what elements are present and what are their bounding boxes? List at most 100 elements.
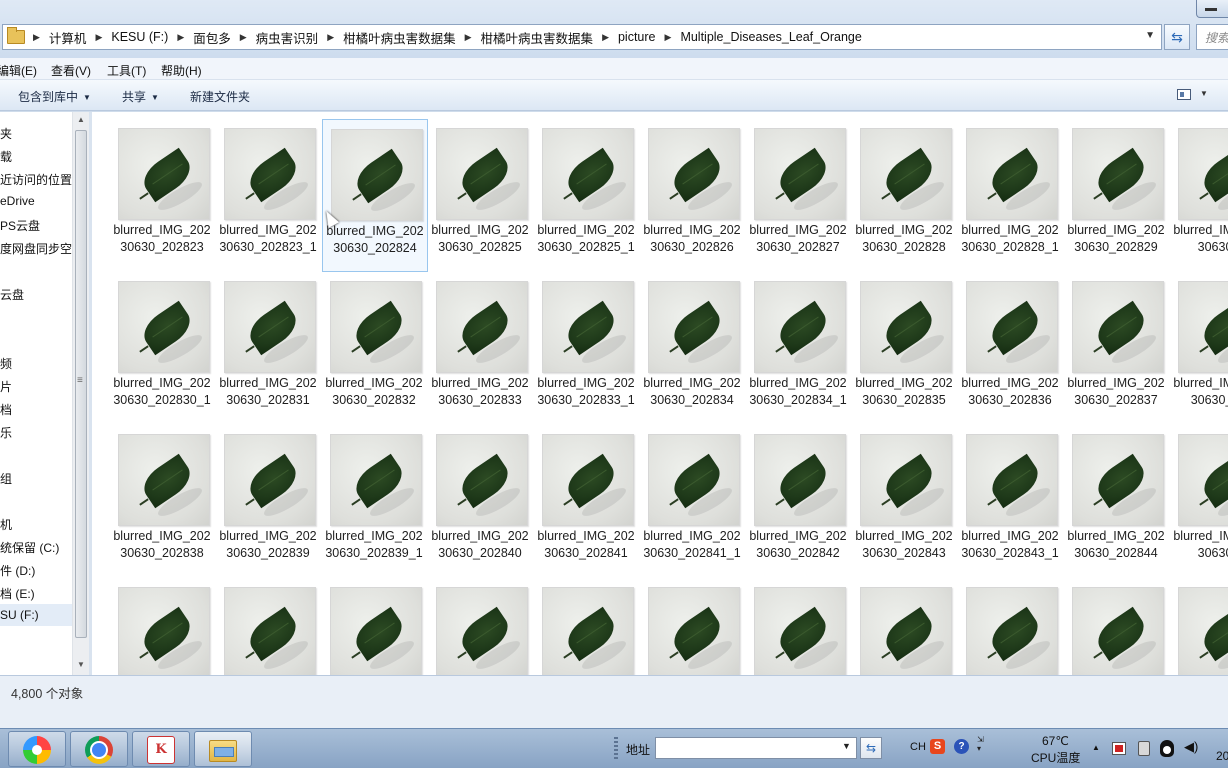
breadcrumb-item[interactable]: picture [618,30,656,44]
nav-item[interactable]: 乐 [0,424,12,441]
file-item[interactable]: blurred_IMG_20230630_202835 [852,272,958,425]
file-item[interactable] [322,578,428,675]
file-item[interactable]: blurred_IMG_20230630_202843_1 [958,425,1064,578]
nav-item[interactable]: eDrive [0,194,35,208]
toolbar-grip[interactable] [614,737,618,759]
file-item[interactable]: blurred_IMG_20230630_202843 [852,425,958,578]
file-item[interactable]: blurred_IMG_20230630_202841_1 [640,425,746,578]
menu-tools[interactable]: 工具(T) [107,62,146,79]
nav-item-selected[interactable]: SU (F:) [0,608,39,622]
nav-item[interactable]: 统保留 (C:) [0,539,59,556]
chevron-right-icon[interactable]: ▶ [33,32,40,43]
volume-icon[interactable]: ◀) [1184,739,1198,755]
chevron-down-icon[interactable]: ▼ [842,741,851,751]
nav-item[interactable]: 频 [0,355,12,372]
menu-help[interactable]: 帮助(H) [161,62,202,79]
breadcrumb-item[interactable]: 柑橘叶病虫害数据集 [481,28,594,47]
menu-edit[interactable]: 编辑(E) [0,62,37,79]
file-item[interactable]: blurred_IMG_20230630_202829 [1064,119,1170,272]
scrollbar-thumb[interactable] [75,130,87,638]
file-item[interactable] [216,578,322,675]
file-item[interactable]: blurred_IMG_20230630_202837 [1064,272,1170,425]
file-item[interactable]: blurred_IMG_20230630_202841 [534,425,640,578]
file-item[interactable]: blurred_IMG_20230630_202844 [1064,425,1170,578]
chevron-right-icon[interactable]: ▶ [465,32,472,43]
file-item[interactable]: blurred_IMG_20230630_202824 [322,119,428,272]
show-hidden-icons-icon[interactable]: ▲ [1092,743,1100,752]
menu-view[interactable]: 查看(V) [51,62,91,79]
file-item[interactable] [1064,578,1170,675]
breadcrumb-item[interactable]: 病虫害识别 [256,28,319,47]
chevron-right-icon[interactable]: ▶ [177,32,184,43]
go-button[interactable]: ⇆ [860,737,882,759]
nav-item[interactable]: 组 [0,470,12,487]
file-item[interactable] [1170,578,1228,675]
file-item[interactable]: blurred_IMG_20230630_202839_1 [322,425,428,578]
new-folder-button[interactable]: 新建文件夹 [190,88,250,105]
scroll-up-icon[interactable]: ▲ [77,115,85,124]
taskbar-address-input[interactable] [655,737,857,759]
file-item[interactable]: blurred_IMG_20230630_202828_1 [958,119,1064,272]
nav-item[interactable]: 度网盘同步空间 [0,240,72,257]
share-button[interactable]: 共享 ▼ [122,88,159,105]
file-item[interactable]: blurred_IMG_20230630_202831 [216,272,322,425]
file-item[interactable]: blurred_IMG_20230630_202825_1 [534,119,640,272]
file-item[interactable]: blurred_IMG_20230630_202828 [852,119,958,272]
breadcrumb-item[interactable]: KESU (F:) [111,30,168,44]
breadcrumb-item[interactable]: Multiple_Diseases_Leaf_Orange [680,30,861,44]
file-item[interactable]: blurred_IMG_20230630_202832 [322,272,428,425]
file-item[interactable]: blurred_IMG_20230630_202842 [746,425,852,578]
file-item[interactable] [534,578,640,675]
taskbar-app-pinwheel[interactable] [8,731,66,767]
nav-item[interactable]: 件 (D:) [0,562,35,579]
caret-down-icon[interactable]: ▼ [1200,89,1208,98]
help-icon[interactable]: ? [954,739,969,754]
nav-item[interactable]: 档 (E:) [0,585,35,602]
chevron-right-icon[interactable]: ▶ [602,32,609,43]
file-item[interactable] [428,578,534,675]
file-item[interactable]: blurred_IMG_20230630_2_1 [1170,272,1228,425]
chevron-right-icon[interactable]: ▶ [95,32,102,43]
nav-item[interactable]: 片 [0,378,12,395]
file-item[interactable]: blurred_IMG_20230630_202838 [110,425,216,578]
nav-item[interactable]: PS云盘 [0,217,40,234]
file-item[interactable]: blurred_IMG_20230630_202833_1 [534,272,640,425]
file-item[interactable]: blurred_IMG_20230630_202836 [958,272,1064,425]
file-item[interactable] [746,578,852,675]
include-in-library-button[interactable]: 包含到库中 ▼ [18,88,91,105]
file-item[interactable]: blurred_IMG_20230630_202834 [640,272,746,425]
chevron-right-icon[interactable]: ▶ [240,32,247,43]
breadcrumb-item[interactable]: 面包多 [193,28,231,47]
chevron-right-icon[interactable]: ▶ [665,32,672,43]
file-item[interactable]: blurred_IMG_20230630_202830_1 [110,272,216,425]
scroll-down-icon[interactable]: ▼ [77,660,85,669]
chevron-down-icon[interactable]: ▼ [1145,30,1155,41]
file-item[interactable] [640,578,746,675]
file-item[interactable] [958,578,1064,675]
file-item[interactable]: blurred_IMG_20230630_202827 [746,119,852,272]
breadcrumb[interactable]: ▶ 计算机 ▶ KESU (F:) ▶ 面包多 ▶ 病虫害识别 ▶ 柑橘叶病虫害… [2,24,1162,50]
file-item[interactable]: blurred_IMG_20230630_202823 [110,119,216,272]
clock[interactable]: 20 [1216,749,1228,763]
breadcrumb-item[interactable]: 计算机 [49,28,87,47]
nav-item[interactable]: 机 [0,516,12,533]
nav-item[interactable]: 近访问的位置 [0,171,72,188]
file-item[interactable]: blurred_IMG_20230630_202839 [216,425,322,578]
nav-item[interactable]: 档 [0,401,12,418]
action-center-flag-icon[interactable] [1112,742,1126,755]
breadcrumb-item[interactable]: 柑橘叶病虫害数据集 [343,28,456,47]
taskbar-app-ks[interactable]: K [132,731,190,767]
file-item[interactable]: blurred_IMG_20230630_202833 [428,272,534,425]
nav-item[interactable]: 云盘 [0,286,24,303]
view-options-icon[interactable] [1177,89,1191,100]
ime-language[interactable]: CH [910,741,926,753]
ime-options-icon[interactable]: ⇲ ▾ [977,735,984,753]
qq-icon[interactable] [1160,740,1174,757]
minimize-button[interactable] [1196,0,1228,18]
file-item[interactable]: blurred_IMG_20230630_202823_1 [216,119,322,272]
chevron-right-icon[interactable]: ▶ [327,32,334,43]
sogou-ime-icon[interactable]: S [930,739,945,754]
file-item[interactable]: blurred_IMG_20230630_2 [1170,425,1228,578]
nav-item[interactable]: 载 [0,148,12,165]
file-item[interactable] [852,578,958,675]
